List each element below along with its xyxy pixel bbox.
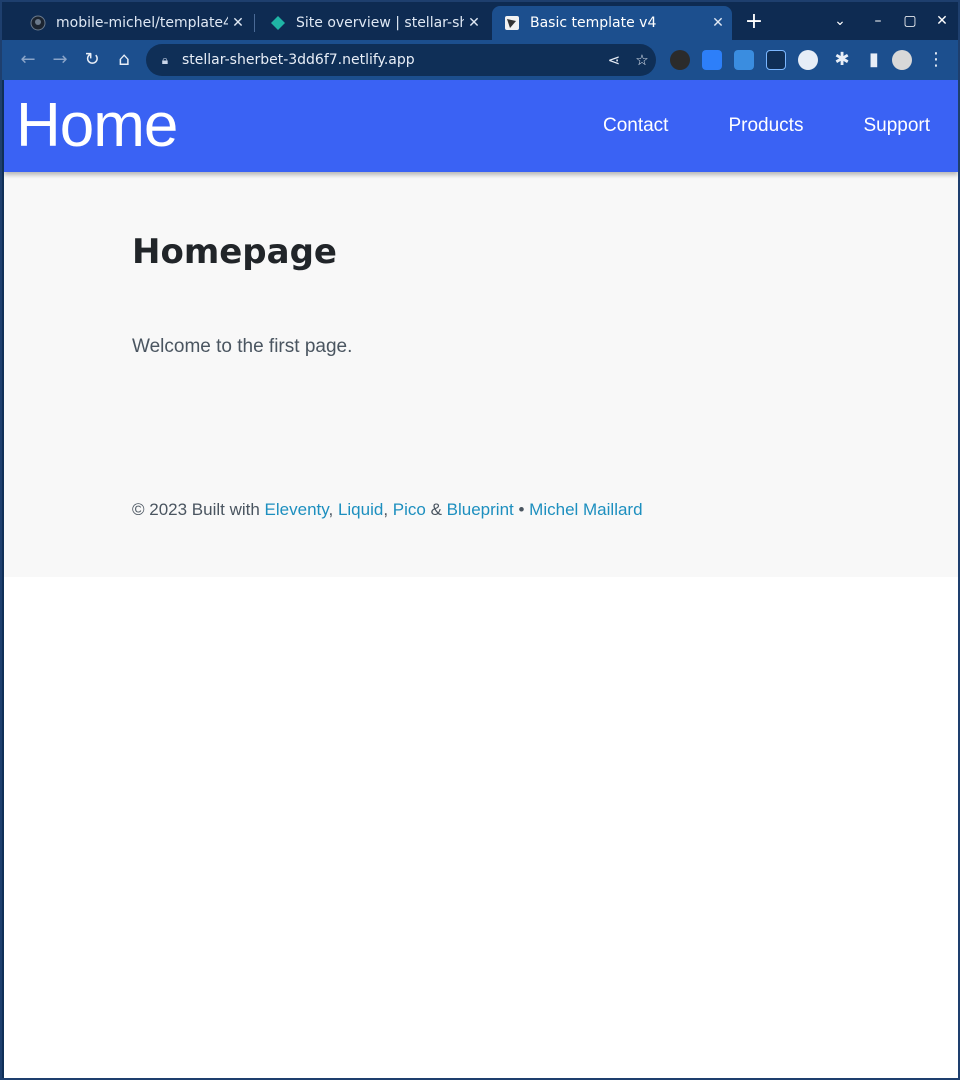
tab-title: mobile-michel/template4a (56, 15, 228, 31)
footer-link-blueprint[interactable]: Blueprint (447, 500, 514, 519)
footer-separator: , (328, 500, 338, 519)
site-favicon-icon (504, 15, 520, 31)
nav-link-contact[interactable]: Contact (603, 115, 668, 137)
extension-cloud-icon[interactable] (798, 50, 818, 70)
tab-close-icon[interactable]: ✕ (708, 15, 728, 31)
page-body-text: Welcome to the first page. (132, 336, 353, 357)
netlify-icon (270, 15, 286, 31)
site-footer: © 2023 Built with Eleventy, Liquid, Pico… (132, 500, 643, 520)
new-tab-icon[interactable]: + (742, 10, 766, 34)
tab-divider (254, 14, 255, 32)
site-header: Home Contact Products Support (4, 80, 958, 172)
tab-title: Basic template v4 (530, 15, 657, 31)
browser-toolbar: ← → ↻ ⌂ 🔒︎ stellar-sherbet-3dd6f7.netlif… (2, 40, 958, 80)
maximize-icon[interactable]: ▢ (896, 8, 924, 34)
footer-prefix: © 2023 Built with (132, 500, 265, 519)
footer-bullet: • (513, 500, 530, 519)
nav-link-support[interactable]: Support (863, 115, 930, 137)
tab-github[interactable]: mobile-michel/template4a ✕ (18, 6, 252, 40)
footer-link-eleventy[interactable]: Eleventy (265, 500, 329, 519)
page-title: Homepage (132, 232, 337, 272)
profile-avatar-icon[interactable] (892, 50, 912, 70)
footer-link-pico[interactable]: Pico (393, 500, 426, 519)
address-bar[interactable]: 🔒︎ stellar-sherbet-3dd6f7.netlify.app ⋖ … (146, 44, 656, 76)
extension-app-icon[interactable] (734, 50, 754, 70)
nav-link-products[interactable]: Products (728, 115, 803, 137)
tab-close-icon[interactable]: ✕ (228, 15, 248, 31)
page-viewport: Home Contact Products Support Homepage W… (4, 80, 958, 1078)
browser-window: mobile-michel/template4a ✕ Site overview… (0, 0, 960, 1080)
footer-link-author[interactable]: Michel Maillard (529, 500, 642, 519)
forward-icon[interactable]: → (46, 46, 74, 74)
tab-netlify[interactable]: Site overview | stellar-she ✕ (258, 6, 488, 40)
tab-title: Site overview | stellar-she (296, 15, 464, 31)
back-icon[interactable]: ← (14, 46, 42, 74)
menu-kebab-icon[interactable]: ⋮ (922, 46, 950, 74)
site-logo[interactable]: Home (16, 90, 178, 162)
minimize-icon[interactable]: – (864, 8, 892, 34)
tab-active[interactable]: Basic template v4 ✕ (492, 6, 732, 40)
main-content: Homepage Welcome to the first page. © 20… (4, 172, 958, 577)
site-nav: Contact Products Support (571, 80, 958, 172)
side-panel-icon[interactable]: ▮ (860, 46, 888, 74)
tab-strip: mobile-michel/template4a ✕ Site overview… (2, 2, 958, 40)
github-icon (30, 15, 46, 31)
footer-separator: , (383, 500, 393, 519)
extensions-puzzle-icon[interactable]: ✱ (828, 46, 856, 74)
tab-close-icon[interactable]: ✕ (464, 15, 484, 31)
url-text[interactable]: stellar-sherbet-3dd6f7.netlify.app (182, 52, 600, 68)
lock-icon[interactable]: 🔒︎ (158, 53, 172, 68)
footer-link-liquid[interactable]: Liquid (338, 500, 383, 519)
footer-ampersand: & (425, 500, 447, 519)
share-icon[interactable]: ⋖ (600, 51, 628, 69)
extension-gear-icon[interactable] (670, 50, 690, 70)
extension-lt-icon[interactable] (766, 50, 786, 70)
home-icon[interactable]: ⌂ (110, 46, 138, 74)
extension-d-icon[interactable] (702, 50, 722, 70)
reload-icon[interactable]: ↻ (78, 46, 106, 74)
tab-search-icon[interactable]: ⌄ (826, 8, 854, 34)
close-window-icon[interactable]: ✕ (928, 8, 956, 34)
bookmark-star-icon[interactable]: ☆ (628, 51, 656, 69)
